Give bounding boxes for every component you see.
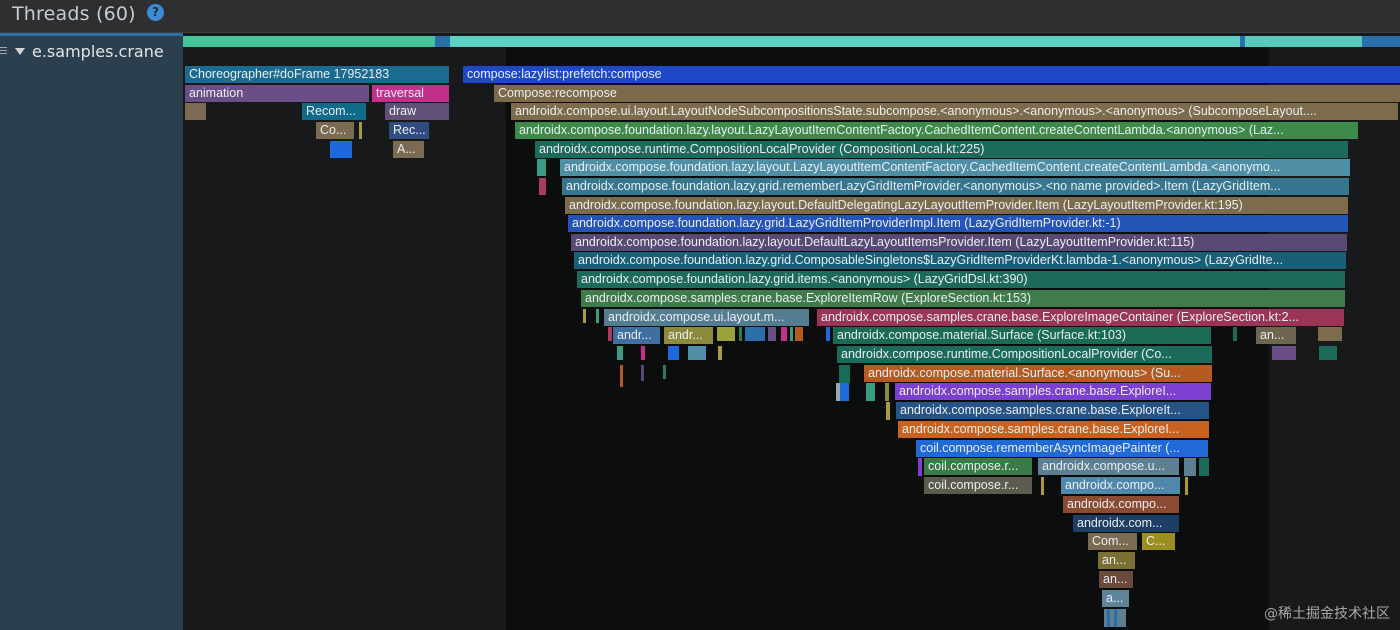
flame-slice[interactable]: androidx.compose.ui.layout.m... (604, 309, 809, 326)
flame-block[interactable] (840, 383, 849, 401)
flame-slice[interactable]: androidx.compose.u... (1038, 458, 1179, 475)
flame-slice[interactable]: androidx.compose.foundation.lazy.grid.Co… (574, 252, 1346, 269)
flame-block[interactable] (739, 327, 742, 341)
flame-slice[interactable]: coil.compose.r... (924, 458, 1032, 475)
flame-slice[interactable] (359, 122, 362, 139)
flame-block[interactable] (620, 365, 623, 387)
flame-slice[interactable] (539, 178, 546, 195)
flame-slice[interactable]: Co... (316, 122, 354, 139)
flame-slice[interactable]: traversal (372, 85, 449, 102)
flame-block[interactable] (1107, 609, 1110, 627)
flame-slice[interactable]: androidx.compose.foundation.lazy.layout.… (571, 234, 1347, 251)
flame-block[interactable] (1041, 477, 1044, 495)
flame-slice[interactable]: androidx.compose.foundation.lazy.grid.re… (562, 178, 1349, 195)
flame-block[interactable] (885, 383, 889, 401)
flame-block[interactable] (1114, 609, 1117, 627)
flame-slice[interactable]: androidx.compose.foundation.lazy.grid.La… (568, 215, 1348, 232)
flame-block[interactable] (839, 365, 850, 383)
flame-block[interactable] (1272, 346, 1296, 360)
flame-slice[interactable]: Choreographer#doFrame 17952183 (185, 66, 449, 83)
flame-block[interactable] (1233, 327, 1237, 341)
flame-block[interactable] (768, 327, 776, 341)
flame-block[interactable] (781, 327, 787, 341)
flame-block[interactable] (886, 402, 890, 420)
flame-slice[interactable]: andr... (664, 327, 713, 344)
flame-block[interactable] (1185, 477, 1188, 495)
flame-slice[interactable] (537, 159, 546, 176)
flame-slice[interactable]: coil.compose.rememberAsyncImagePainter (… (916, 440, 1208, 457)
flame-slice[interactable]: Recom... (302, 103, 366, 120)
flame-slice[interactable]: compose:lazylist:prefetch:compose (463, 66, 1400, 83)
flame-block[interactable] (663, 365, 666, 379)
flame-slice[interactable]: animation (185, 85, 369, 102)
flame-slice[interactable]: androidx.compo... (1063, 496, 1179, 513)
flame-block[interactable] (918, 458, 922, 476)
flame-slice[interactable]: androidx.compo... (1061, 477, 1180, 494)
flame-slice[interactable]: draw (385, 103, 449, 120)
flame-block[interactable] (826, 327, 830, 341)
flame-slice[interactable]: Rec... (389, 122, 429, 139)
flame-slice[interactable]: androidx.compose.foundation.lazy.layout.… (515, 122, 1358, 139)
flame-slice[interactable]: androidx.compose.ui.layout.LayoutNodeSub… (511, 103, 1398, 120)
flame-slice[interactable]: androidx.compose.foundation.lazy.layout.… (560, 159, 1350, 176)
flame-slice[interactable]: androidx.compose.foundation.lazy.layout.… (565, 197, 1348, 214)
flame-block[interactable] (866, 383, 875, 401)
flame-block[interactable] (641, 365, 644, 381)
flame-slice[interactable]: androidx.compose.samples.crane.base.Expl… (895, 383, 1211, 400)
flame-block[interactable] (668, 346, 679, 360)
flame-slice[interactable]: Compose:recompose (494, 85, 1400, 102)
flame-block[interactable] (718, 346, 722, 360)
flame-chart: Choreographer#doFrame 17952183 compose:la… (0, 0, 1400, 630)
flame-slice[interactable]: androidx.compose.foundation.lazy.grid.it… (577, 271, 1345, 288)
flame-slice[interactable]: an... (1099, 571, 1133, 588)
flame-block[interactable] (1318, 327, 1342, 341)
flame-block[interactable] (1199, 458, 1209, 476)
flame-block[interactable] (1184, 458, 1196, 476)
flame-slice[interactable]: coil.compose.r... (924, 477, 1032, 494)
flame-slice[interactable]: androidx.compose.runtime.CompositionLoca… (837, 346, 1212, 363)
flame-block[interactable] (596, 309, 599, 323)
flame-block[interactable] (1319, 346, 1337, 360)
flame-block[interactable] (583, 309, 586, 323)
flame-slice[interactable]: androidx.com... (1073, 515, 1179, 532)
flame-slice[interactable]: androidx.compose.samples.crane.base.Expl… (896, 402, 1209, 419)
flame-block[interactable] (790, 327, 793, 341)
flame-block[interactable] (688, 346, 706, 360)
flame-slice[interactable]: androidx.compose.samples.crane.base.Expl… (898, 421, 1209, 438)
flame-slice[interactable]: an... (1098, 552, 1135, 569)
flame-slice[interactable] (330, 141, 352, 158)
flame-block[interactable] (795, 327, 803, 341)
flame-slice[interactable]: Com... (1088, 533, 1137, 550)
watermark: @稀土掘金技术社区 (1264, 606, 1390, 622)
flame-block[interactable] (617, 346, 623, 360)
flame-slice[interactable]: A... (393, 141, 424, 158)
flame-slice[interactable]: androidx.compose.samples.crane.base.Expl… (817, 309, 1344, 326)
flame-slice[interactable]: an... (1256, 327, 1296, 344)
flame-slice[interactable]: andr... (613, 327, 660, 344)
flame-slice[interactable]: a... (1102, 590, 1129, 607)
flame-slice[interactable]: androidx.compose.material.Surface (Surfa… (833, 327, 1211, 344)
flame-slice[interactable] (185, 103, 206, 120)
flame-slice[interactable]: androidx.compose.material.Surface.<anony… (864, 365, 1212, 382)
flame-slice[interactable]: C... (1142, 533, 1175, 550)
flame-block[interactable] (608, 327, 612, 341)
flame-block[interactable] (745, 327, 765, 341)
flame-block[interactable] (641, 346, 645, 360)
flame-slice[interactable]: androidx.compose.samples.crane.base.Expl… (581, 290, 1345, 307)
flame-block[interactable] (717, 327, 735, 341)
flame-slice[interactable]: androidx.compose.runtime.CompositionLoca… (535, 141, 1348, 158)
